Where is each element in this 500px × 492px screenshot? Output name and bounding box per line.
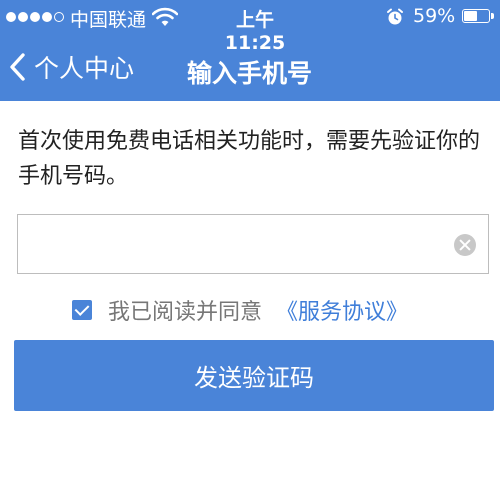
signal-dot — [30, 12, 40, 22]
signal-strength-icon — [6, 12, 64, 22]
back-button[interactable]: 个人中心 — [8, 44, 134, 90]
phone-input-container — [17, 214, 489, 274]
chevron-left-icon — [8, 52, 26, 82]
battery-percent: 59% — [413, 5, 456, 27]
agreement-text: 我已阅读并同意 — [108, 300, 263, 325]
nav-bar: 个人中心 输入手机号 — [0, 34, 500, 101]
service-agreement-link[interactable]: 《服务协议》 — [276, 294, 408, 326]
back-label: 个人中心 — [34, 54, 135, 83]
signal-dot-empty — [54, 12, 64, 22]
send-code-button[interactable]: 发送验证码 — [14, 340, 494, 411]
battery-fill — [464, 11, 478, 21]
battery-icon — [462, 9, 494, 23]
carrier-name: 中国联通 — [70, 9, 147, 31]
status-bar: 中国联通 上午11:25 59% — [0, 0, 500, 54]
page-title: 输入手机号 — [187, 59, 313, 88]
checkbox-checked-icon[interactable] — [72, 300, 92, 320]
agreement-row: 我已阅读并同意 《服务协议》 — [72, 294, 408, 326]
phone-number-input[interactable] — [28, 223, 452, 267]
signal-dot — [42, 12, 52, 22]
instruction-text: 首次使用免费电话相关功能时，需要先验证你的手机号码。 — [18, 129, 481, 189]
clear-icon[interactable] — [454, 234, 476, 256]
app-header: 中国联通 上午11:25 59% 个人中心 输入手机号 — [0, 0, 500, 101]
signal-dot — [6, 12, 16, 22]
wifi-icon — [151, 7, 179, 32]
signal-dot — [18, 12, 28, 22]
alarm-clock-icon — [386, 8, 404, 31]
